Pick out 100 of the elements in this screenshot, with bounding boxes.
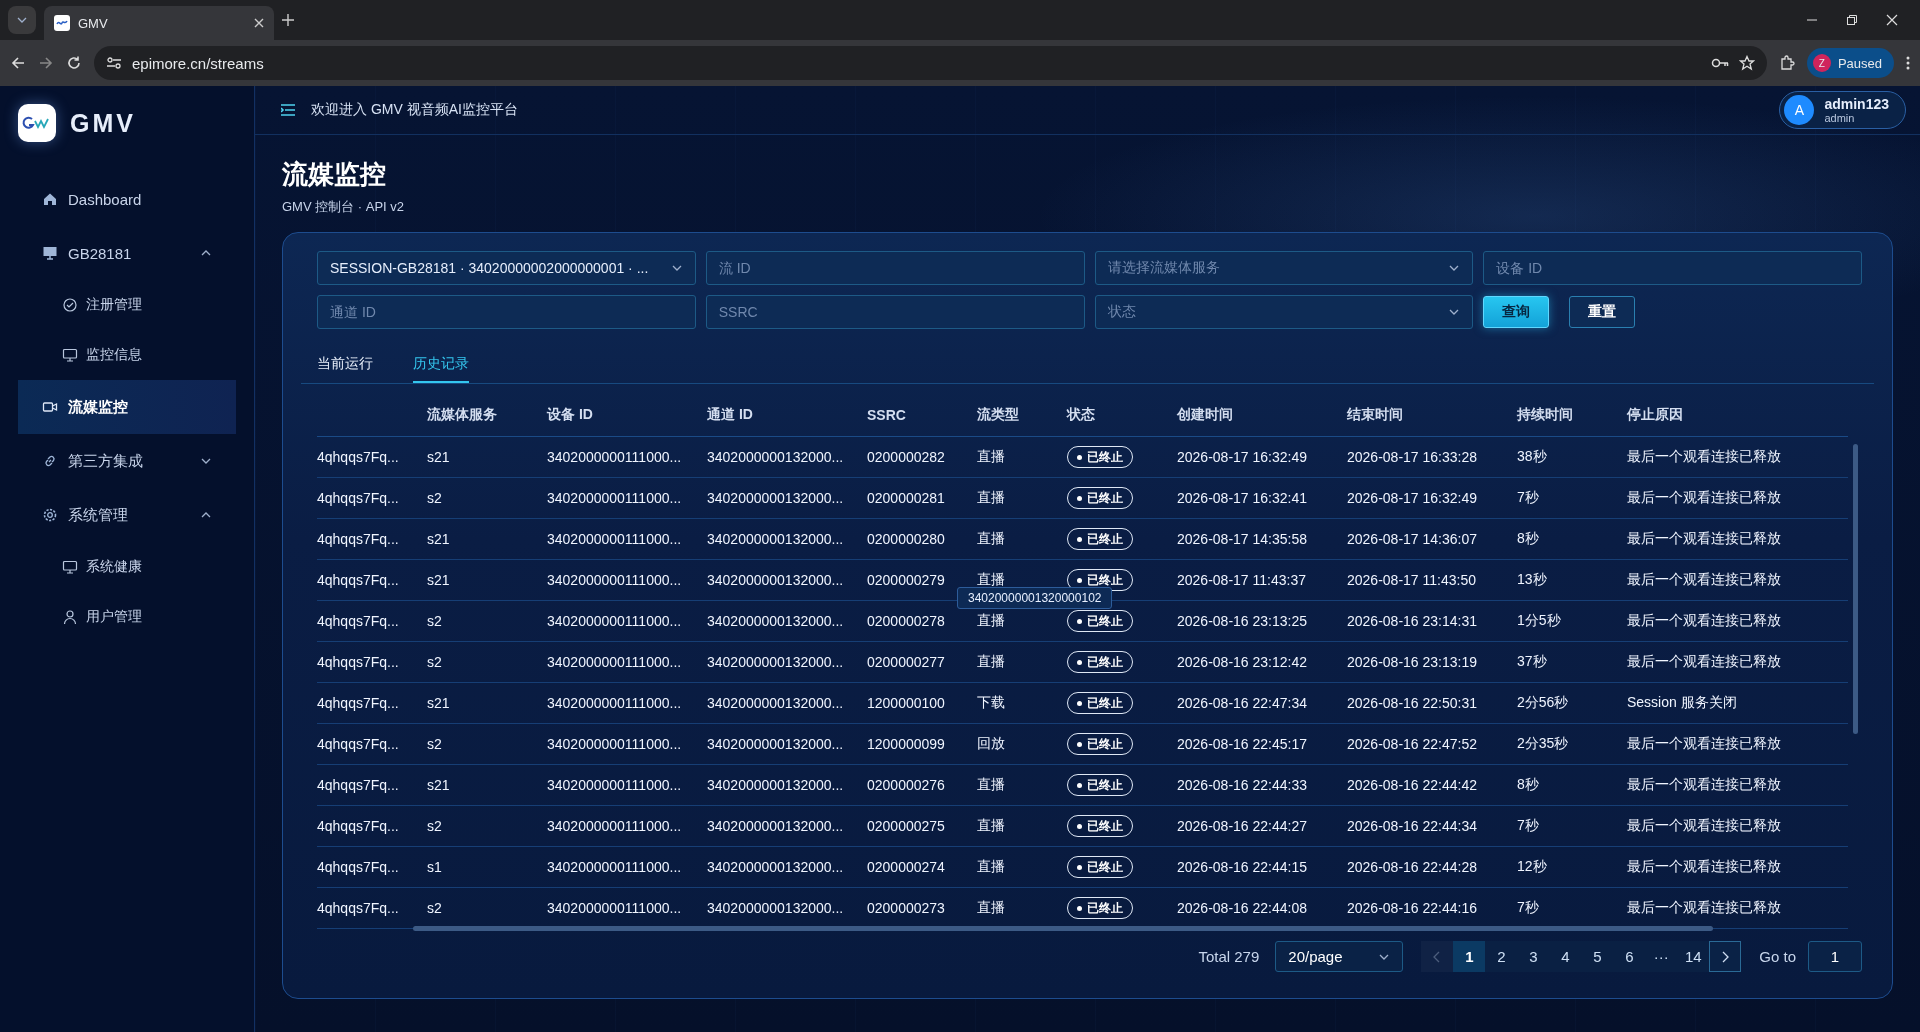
tab-list-button[interactable] [8,6,36,34]
table-cell: 2026-08-16 22:47:34 [1177,695,1307,711]
table-cell: 3402000000111000... [547,900,682,916]
next-page-button[interactable] [1709,941,1742,972]
page-button[interactable]: 4 [1549,941,1582,972]
column-header: 通道 ID [707,406,753,424]
table-cell: s21 [427,572,450,588]
sidebar-subitem[interactable]: 用户管理 [18,592,236,642]
page-input[interactable]: 1 [1808,941,1862,972]
page-button[interactable]: 5 [1581,941,1614,972]
select-field[interactable]: SESSION-GB28181 · 34020000002000000001 · ... [317,251,696,285]
horizontal-scrollbar[interactable] [413,926,1713,931]
table-cell: 直播 [977,653,1005,671]
page-button[interactable]: 2 [1485,941,1518,972]
profile-button[interactable]: Z Paused [1806,48,1894,78]
table-cell: 4qhqqs7Fq... [317,654,399,670]
table-cell: s2 [427,736,442,752]
select-field[interactable]: 请选择流媒体服务 [1094,251,1474,285]
input-field[interactable]: 设备 ID [1483,251,1862,285]
search-button[interactable]: 查询 [1483,296,1550,328]
page-button[interactable]: 14 [1677,941,1710,972]
table-cell: 37秒 [1517,653,1547,671]
menu-icon[interactable] [281,104,295,116]
table-cell: 直播 [977,571,1005,589]
reset-button[interactable]: 重置 [1569,296,1636,328]
table-cell: 2026-08-16 22:45:17 [1177,736,1307,752]
input-field[interactable]: 流 ID [705,251,1085,285]
sidebar-subitem[interactable]: 注册管理 [18,280,236,330]
reload-icon[interactable] [66,55,82,71]
column-header: 结束时间 [1347,406,1403,424]
table-cell: 0200000274 [867,859,945,875]
table-cell: 3402000000132000... [707,572,844,588]
star-icon[interactable] [1738,55,1755,71]
extensions-icon[interactable] [1778,55,1795,71]
table-cell: 2026-08-16 22:44:34 [1347,818,1477,834]
table-cell: 最后一个观看连接已释放 [1627,899,1781,917]
table-cell: 直播 [977,448,1005,466]
table-cell: 3402000000111000... [547,818,682,834]
table-cell: 4qhqqs7Fq... [317,572,399,588]
table-cell: 最后一个观看连接已释放 [1627,571,1781,589]
page-button[interactable]: 1 [1453,941,1486,972]
table-cell: 2026-08-16 23:14:31 [1347,613,1477,629]
input-field[interactable]: SSRC [705,295,1085,329]
favicon-icon [54,15,70,31]
table-cell: 最后一个观看连接已释放 [1627,817,1781,835]
column-header: 设备 ID [547,406,593,424]
column-header: SSRC [867,407,906,423]
sidebar-item[interactable]: 流媒监控 [18,380,236,434]
tab[interactable]: 历史记录 [413,347,469,383]
new-tab-icon[interactable] [282,14,294,26]
logo-text: GMV [70,108,136,138]
table-cell: 最后一个观看连接已释放 [1627,530,1781,548]
table-cell: 2026-08-16 22:44:42 [1347,777,1477,793]
forward-icon[interactable] [38,55,54,71]
table-cell: 3402000000111000... [547,654,682,670]
tab[interactable]: 当前运行 [317,347,373,383]
sidebar-item[interactable]: 系统管理 [18,488,236,542]
close-icon[interactable] [1886,14,1898,26]
table-cell: 3402000000111000... [547,449,682,465]
home-icon [42,191,58,207]
key-icon[interactable] [1710,57,1729,69]
table-cell: 0200000279 [867,572,945,588]
table-cell: 4qhqqs7Fq... [317,859,399,875]
table-cell: s21 [427,531,450,547]
address-bar[interactable]: epimore.cn/streams [94,46,1767,80]
page-size-select[interactable]: 20/page [1275,941,1404,972]
more-icon[interactable] [1906,56,1910,70]
table-cell: 12秒 [1517,858,1547,876]
table-cell: 7秒 [1517,489,1539,507]
table-cell: 13秒 [1517,571,1547,589]
table-cell: 最后一个观看连接已释放 [1627,489,1781,507]
select-field[interactable]: 状态 [1094,295,1474,329]
table-cell: s2 [427,654,442,670]
sidebar-subitem[interactable]: 系统健康 [18,542,236,592]
input-field[interactable]: 通道 ID [317,295,696,329]
sidebar-item[interactable]: Dashboard [18,172,236,226]
sidebar-subitem[interactable]: 监控信息 [18,330,236,380]
table-cell: 2026-08-17 14:35:58 [1177,531,1307,547]
chevron-left-icon [1433,950,1442,963]
table-cell: 最后一个观看连接已释放 [1627,448,1781,466]
page-button[interactable]: ··· [1645,941,1678,972]
table-cell: 7秒 [1517,817,1539,835]
restore-icon[interactable] [1846,14,1858,26]
page-button[interactable]: 3 [1517,941,1550,972]
table-cell: 8秒 [1517,776,1539,794]
table-cell: 3402000000132000... [707,736,844,752]
table-cell: 2026-08-16 22:50:31 [1347,695,1477,711]
sidebar-item[interactable]: GB28181 [18,226,236,280]
table-cell: 0200000282 [867,449,945,465]
close-icon[interactable] [254,18,264,28]
table-cell: s21 [427,449,450,465]
user-menu[interactable]: A admin123 admin [1779,91,1906,129]
page-button[interactable]: 6 [1613,941,1646,972]
table-cell: 2分35秒 [1517,735,1569,753]
browser-tab[interactable]: GMV [44,6,274,40]
back-icon[interactable] [10,55,26,71]
vertical-scrollbar[interactable] [1853,444,1858,734]
table-cell: 38秒 [1517,448,1547,466]
sidebar-item[interactable]: 第三方集成 [18,434,236,488]
table-cell: 直播 [977,899,1005,917]
